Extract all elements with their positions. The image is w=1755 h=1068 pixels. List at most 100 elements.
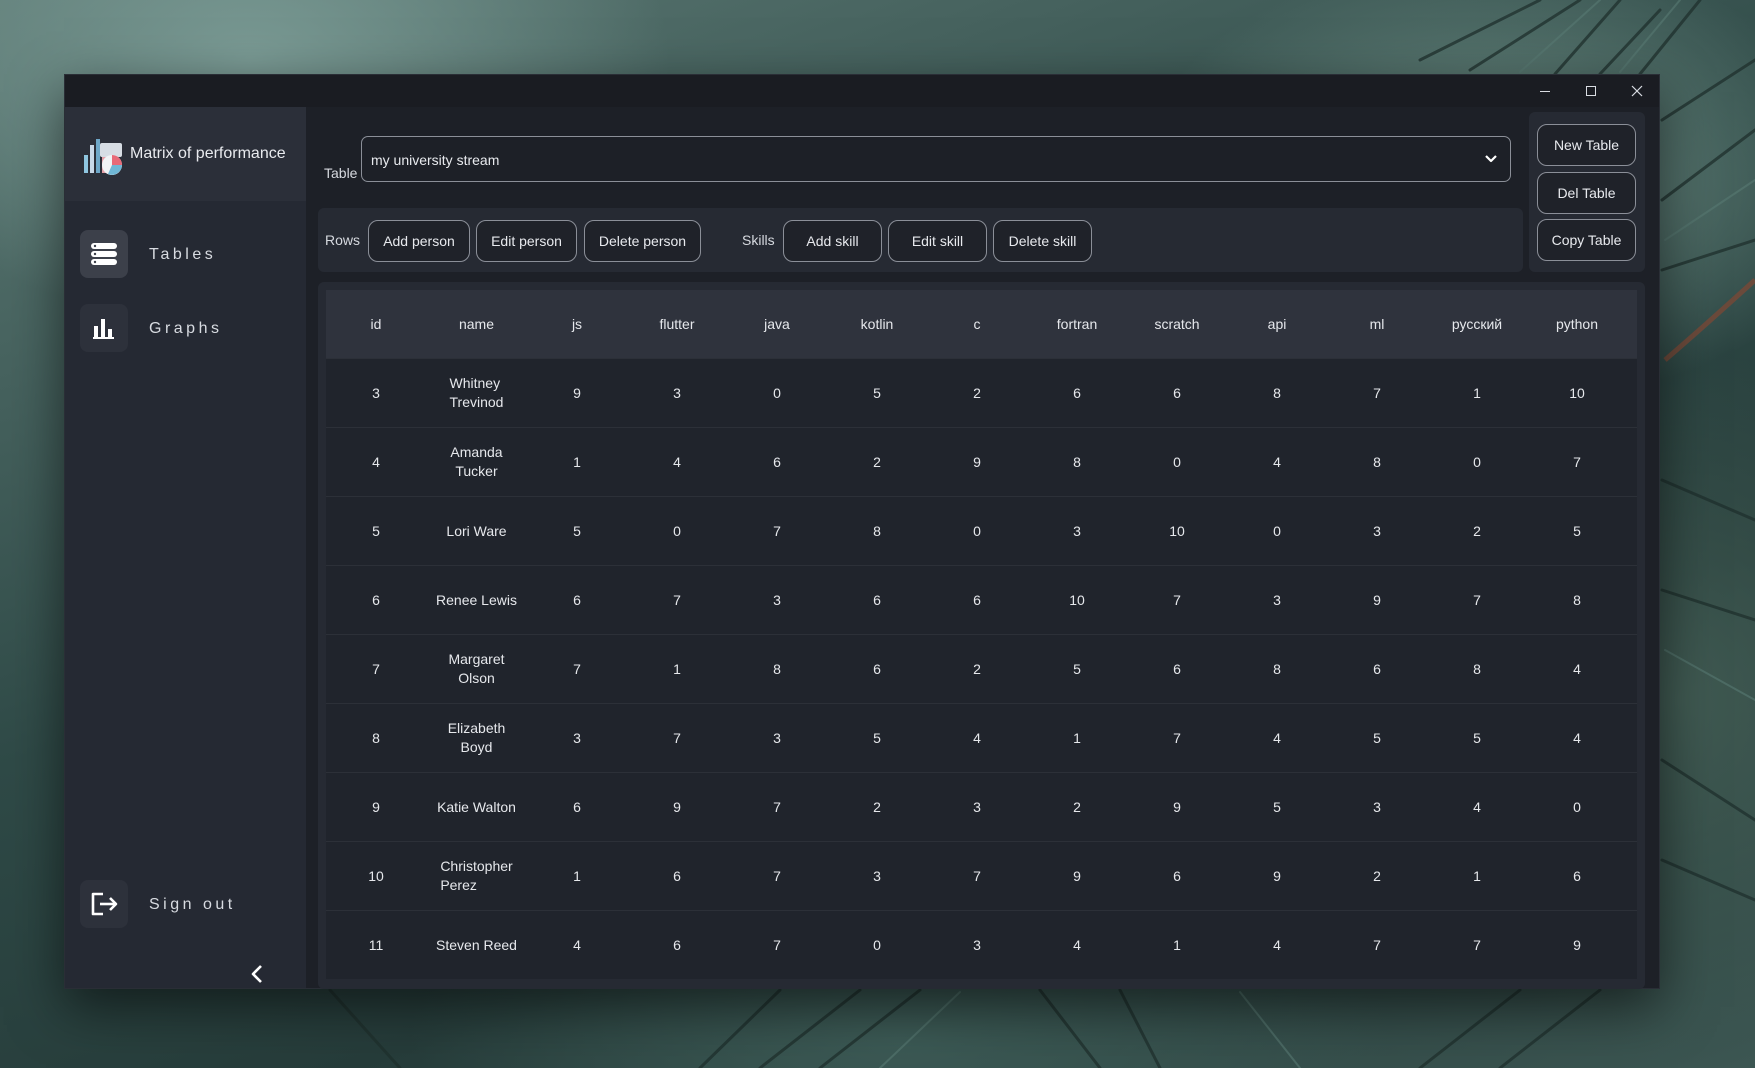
maximize-button[interactable] bbox=[1568, 75, 1614, 107]
add-skill-button[interactable]: Add skill bbox=[783, 220, 882, 262]
cell-score[interactable]: 5 bbox=[1327, 704, 1427, 772]
cell-score[interactable]: 3 bbox=[927, 911, 1027, 979]
cell-score[interactable]: 8 bbox=[1227, 359, 1327, 427]
cell-score[interactable]: 2 bbox=[1427, 497, 1527, 565]
cell-score[interactable]: 7 bbox=[1127, 566, 1227, 634]
cell-score[interactable]: 6 bbox=[627, 911, 727, 979]
cell-score[interactable]: 3 bbox=[1227, 566, 1327, 634]
cell-score[interactable]: 0 bbox=[1427, 428, 1527, 496]
cell-score[interactable]: 3 bbox=[827, 842, 927, 910]
cell-score[interactable]: 3 bbox=[1327, 773, 1427, 841]
cell-score[interactable]: 6 bbox=[827, 635, 927, 703]
cell-score[interactable]: 7 bbox=[1427, 911, 1527, 979]
cell-score[interactable]: 4 bbox=[1527, 704, 1627, 772]
cell-id[interactable]: 5 bbox=[326, 497, 426, 565]
cell-score[interactable]: 7 bbox=[727, 497, 827, 565]
cell-score[interactable]: 7 bbox=[527, 635, 627, 703]
cell-score[interactable]: 4 bbox=[1427, 773, 1527, 841]
cell-name[interactable]: Christopher Perez bbox=[426, 842, 527, 910]
sidebar-item-tables[interactable]: Tables bbox=[80, 230, 295, 280]
table-row[interactable]: 5 Lori Ware 5 0 7 8 0 3 10 0 3 2 5 bbox=[326, 496, 1637, 565]
table-row[interactable]: 11 Steven Reed 4 6 7 0 3 4 1 4 7 7 9 bbox=[326, 910, 1637, 979]
cell-score[interactable]: 7 bbox=[627, 704, 727, 772]
cell-score[interactable]: 8 bbox=[1027, 428, 1127, 496]
delete-person-button[interactable]: Delete person bbox=[584, 220, 701, 262]
cell-score[interactable]: 1 bbox=[627, 635, 727, 703]
cell-id[interactable]: 4 bbox=[326, 428, 426, 496]
sidebar-item-graphs[interactable]: Graphs bbox=[80, 304, 295, 354]
cell-score[interactable]: 6 bbox=[1027, 359, 1127, 427]
cell-score[interactable]: 6 bbox=[1527, 842, 1627, 910]
cell-score[interactable]: 9 bbox=[1227, 842, 1327, 910]
cell-score[interactable]: 6 bbox=[627, 842, 727, 910]
cell-score[interactable]: 7 bbox=[1127, 704, 1227, 772]
column-header-2[interactable]: js bbox=[527, 290, 627, 358]
cell-score[interactable]: 9 bbox=[1127, 773, 1227, 841]
cell-score[interactable]: 9 bbox=[627, 773, 727, 841]
cell-score[interactable]: 3 bbox=[627, 359, 727, 427]
cell-score[interactable]: 2 bbox=[927, 635, 1027, 703]
cell-score[interactable]: 1 bbox=[1427, 842, 1527, 910]
cell-score[interactable]: 6 bbox=[1127, 635, 1227, 703]
cell-score[interactable]: 5 bbox=[1227, 773, 1327, 841]
cell-score[interactable]: 7 bbox=[727, 773, 827, 841]
cell-score[interactable]: 5 bbox=[527, 497, 627, 565]
cell-name[interactable]: Margaret Olson bbox=[426, 635, 527, 703]
column-header-1[interactable]: name bbox=[426, 290, 527, 358]
table-row[interactable]: 6 Renee Lewis 6 7 3 6 6 10 7 3 9 7 8 bbox=[326, 565, 1637, 634]
cell-score[interactable]: 0 bbox=[827, 911, 927, 979]
cell-score[interactable]: 0 bbox=[1127, 428, 1227, 496]
cell-score[interactable]: 3 bbox=[727, 704, 827, 772]
cell-score[interactable]: 7 bbox=[1427, 566, 1527, 634]
copy-table-button[interactable]: Copy Table bbox=[1537, 219, 1636, 261]
cell-score[interactable]: 2 bbox=[1327, 842, 1427, 910]
cell-score[interactable]: 4 bbox=[1227, 704, 1327, 772]
table-row[interactable]: 10 Christopher Perez 1 6 7 3 7 9 6 9 2 1 6 bbox=[326, 841, 1637, 910]
cell-score[interactable]: 4 bbox=[527, 911, 627, 979]
cell-name[interactable]: Steven Reed bbox=[426, 911, 527, 979]
cell-score[interactable]: 7 bbox=[727, 911, 827, 979]
column-header-9[interactable]: api bbox=[1227, 290, 1327, 358]
cell-score[interactable]: 2 bbox=[827, 773, 927, 841]
cell-score[interactable]: 1 bbox=[527, 842, 627, 910]
cell-score[interactable]: 5 bbox=[1027, 635, 1127, 703]
cell-score[interactable]: 4 bbox=[1227, 428, 1327, 496]
cell-score[interactable]: 4 bbox=[627, 428, 727, 496]
cell-score[interactable]: 6 bbox=[527, 566, 627, 634]
cell-score[interactable]: 9 bbox=[527, 359, 627, 427]
column-header-12[interactable]: python bbox=[1527, 290, 1627, 358]
column-header-3[interactable]: flutter bbox=[627, 290, 727, 358]
column-header-0[interactable]: id bbox=[326, 290, 426, 358]
cell-score[interactable]: 7 bbox=[1327, 911, 1427, 979]
cell-score[interactable]: 7 bbox=[927, 842, 1027, 910]
cell-score[interactable]: 7 bbox=[1327, 359, 1427, 427]
cell-score[interactable]: 7 bbox=[627, 566, 727, 634]
cell-id[interactable]: 10 bbox=[326, 842, 426, 910]
cell-score[interactable]: 2 bbox=[927, 359, 1027, 427]
column-header-4[interactable]: java bbox=[727, 290, 827, 358]
table-select[interactable]: my university stream bbox=[361, 136, 1511, 182]
table-row[interactable]: 4 Amanda Tucker 1 4 6 2 9 8 0 4 8 0 7 bbox=[326, 427, 1637, 496]
cell-score[interactable]: 10 bbox=[1527, 359, 1627, 427]
cell-score[interactable]: 6 bbox=[1127, 842, 1227, 910]
cell-score[interactable]: 9 bbox=[927, 428, 1027, 496]
edit-skill-button[interactable]: Edit skill bbox=[888, 220, 987, 262]
cell-name[interactable]: Lori Ware bbox=[426, 497, 527, 565]
cell-score[interactable]: 9 bbox=[1327, 566, 1427, 634]
cell-score[interactable]: 0 bbox=[727, 359, 827, 427]
cell-score[interactable]: 8 bbox=[727, 635, 827, 703]
add-person-button[interactable]: Add person bbox=[368, 220, 470, 262]
delete-skill-button[interactable]: Delete skill bbox=[993, 220, 1092, 262]
cell-score[interactable]: 4 bbox=[1527, 635, 1627, 703]
cell-score[interactable]: 4 bbox=[927, 704, 1027, 772]
cell-score[interactable]: 8 bbox=[1427, 635, 1527, 703]
cell-name[interactable]: Renee Lewis bbox=[426, 566, 527, 634]
del-table-button[interactable]: Del Table bbox=[1537, 172, 1636, 214]
column-header-8[interactable]: scratch bbox=[1127, 290, 1227, 358]
cell-name[interactable]: Whitney Trevinod bbox=[426, 359, 527, 427]
cell-score[interactable]: 5 bbox=[827, 359, 927, 427]
cell-score[interactable]: 8 bbox=[1227, 635, 1327, 703]
minimize-button[interactable] bbox=[1522, 75, 1568, 107]
cell-score[interactable]: 1 bbox=[1127, 911, 1227, 979]
table-row[interactable]: 7 Margaret Olson 7 1 8 6 2 5 6 8 6 8 4 bbox=[326, 634, 1637, 703]
